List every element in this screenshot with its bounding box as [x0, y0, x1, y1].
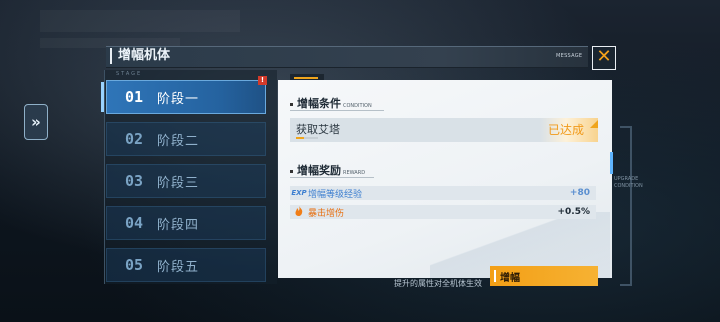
- stage-name: 阶段二: [157, 133, 200, 149]
- reward-section-title: 增幅奖励 REWARD: [290, 162, 365, 178]
- status-corner-icon: [590, 120, 598, 128]
- close-button[interactable]: ✕: [592, 46, 616, 70]
- stage-name: 阶段一: [157, 91, 200, 107]
- stage-name: 阶段三: [157, 175, 200, 191]
- condition-title: 增幅条件: [297, 97, 341, 110]
- reward-title-en: REWARD: [343, 170, 366, 176]
- reward-name: 暴击增伤: [308, 208, 345, 219]
- header-message-label: MESSAGE: [556, 53, 583, 59]
- stage-item-1[interactable]: 01 阶段一: [106, 80, 266, 114]
- condition-title-en: CONDITION: [343, 103, 372, 109]
- active-stage-indicator: [101, 82, 104, 112]
- scroll-indicator: [610, 152, 613, 174]
- section-bullet-icon: [290, 170, 293, 173]
- panel-bracket: [620, 126, 632, 286]
- section-bullet-icon: [290, 103, 293, 106]
- section-underline: [290, 110, 384, 111]
- section-underline: [290, 177, 374, 178]
- stage-number: 04: [124, 214, 143, 232]
- stage-item-3[interactable]: 03 阶段三: [106, 164, 266, 198]
- condition-section-title: 增幅条件 CONDITION: [290, 95, 372, 111]
- stage-item-4[interactable]: 04 阶段四: [106, 206, 266, 240]
- panel-tab-accent: [294, 77, 318, 79]
- stage-name: 阶段四: [157, 217, 200, 233]
- reward-value: +80: [569, 188, 590, 198]
- enhance-button-label: 增幅: [500, 272, 520, 284]
- side-expand-button[interactable]: »: [24, 104, 48, 140]
- condition-progress-fill: [296, 137, 304, 139]
- close-icon: ✕: [596, 46, 612, 67]
- stage-number: 01: [124, 88, 143, 106]
- reward-value: +0.5%: [557, 207, 590, 217]
- button-accent: [494, 270, 496, 282]
- effect-note: 提升的属性对全机体生效: [394, 279, 482, 288]
- stage-number: 05: [124, 256, 143, 274]
- condition-item: 获取艾塔: [296, 123, 340, 136]
- stage-number: 02: [124, 130, 143, 148]
- reward-row: EXP 增幅等级经验 +80: [290, 186, 596, 200]
- stage-item-5[interactable]: 05 阶段五: [106, 248, 266, 282]
- enhance-button[interactable]: 增幅: [490, 266, 598, 286]
- background-blur: [40, 10, 240, 32]
- notification-badge: !: [258, 76, 267, 85]
- exp-icon: EXP: [291, 189, 307, 197]
- stage-item-2[interactable]: 02 阶段二: [106, 122, 266, 156]
- reward-row: 暴击增伤 +0.5%: [290, 205, 596, 219]
- reward-title: 增幅奖励: [297, 164, 341, 177]
- dialog-title: 增幅机体: [110, 48, 170, 64]
- side-vertical-label: UPGRADE CONDITION: [614, 176, 643, 190]
- fire-icon: [290, 206, 308, 218]
- stage-number: 03: [124, 172, 143, 190]
- stage-name: 阶段五: [157, 259, 200, 275]
- stage-list-label: STAGE: [116, 71, 143, 77]
- reward-name: 增幅等级经验: [308, 189, 363, 200]
- dialog-header: [106, 46, 588, 68]
